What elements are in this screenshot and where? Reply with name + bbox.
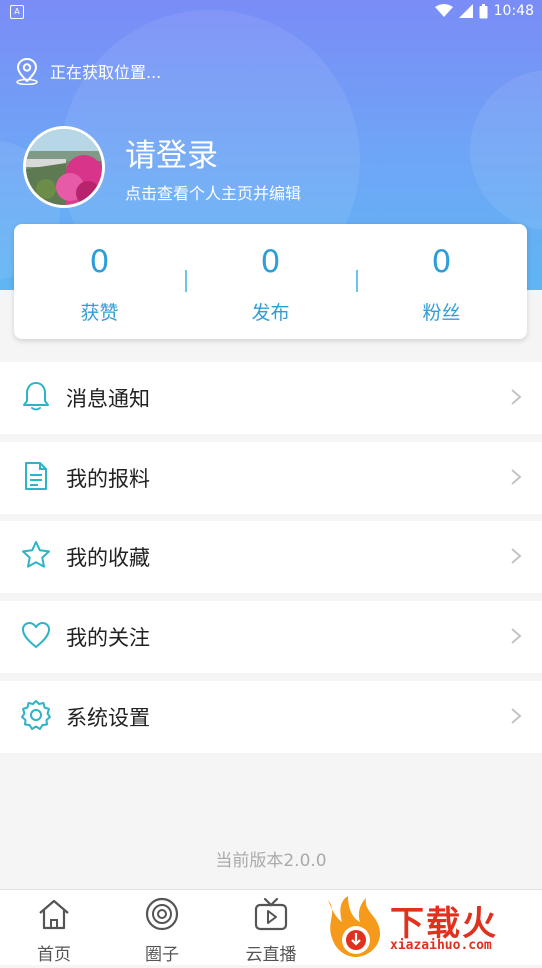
circle-icon <box>145 897 179 931</box>
stat-fans[interactable]: 0 粉丝 <box>356 224 527 339</box>
chevron-right-icon <box>511 708 522 724</box>
tab-circle[interactable]: 圈子 <box>117 890 207 965</box>
watermark-url: xiazaihuo.com <box>390 938 492 953</box>
location-pin-icon <box>16 57 38 85</box>
status-bar: A 10:48 <box>0 0 542 24</box>
flame-logo-icon <box>328 896 381 958</box>
document-icon <box>25 462 47 490</box>
stat-value: 0 <box>260 244 281 280</box>
tab-label: 圈子 <box>145 945 179 965</box>
chevron-right-icon <box>511 628 522 644</box>
menu-label: 消息通知 <box>66 387 150 411</box>
chevron-right-icon <box>511 469 522 485</box>
tab-label: 首页 <box>37 945 71 965</box>
menu-item-my-reports[interactable]: 我的报料 <box>0 442 542 514</box>
stat-label: 获赞 <box>80 302 119 324</box>
stat-label: 粉丝 <box>422 302 461 324</box>
wifi-icon <box>434 4 453 17</box>
stat-value: 0 <box>89 244 110 280</box>
tv-play-icon <box>254 897 288 931</box>
stat-value: 0 <box>431 244 452 280</box>
location-row[interactable]: 正在获取位置... <box>14 57 161 85</box>
divider <box>356 270 358 292</box>
stat-posts[interactable]: 0 发布 <box>185 224 356 339</box>
tab-label: 云直播 <box>245 945 297 965</box>
login-title[interactable]: 请登录 <box>125 130 218 175</box>
menu-item-favorites[interactable]: 我的收藏 <box>0 521 542 593</box>
watermark-logo: 下载火 xiazaihuo.com <box>318 892 542 964</box>
bell-icon <box>23 382 49 411</box>
avatar-image <box>26 129 102 205</box>
profile-hint[interactable]: 点击查看个人主页并编辑 <box>125 180 301 204</box>
avatar[interactable] <box>23 126 105 208</box>
gear-icon <box>21 700 51 730</box>
stats-card: 0 获赞 0 发布 0 粉丝 <box>14 224 527 339</box>
tab-home[interactable]: 首页 <box>9 890 99 965</box>
menu-label: 我的关注 <box>66 626 150 650</box>
menu-item-following[interactable]: 我的关注 <box>0 601 542 673</box>
decor-bubble <box>470 70 542 230</box>
home-icon <box>39 899 69 930</box>
stat-likes[interactable]: 0 获赞 <box>14 224 185 339</box>
version-text: 当前版本2.0.0 <box>215 851 327 871</box>
status-time: 10:48 <box>493 3 534 19</box>
heart-icon <box>22 622 50 648</box>
tab-live[interactable]: 云直播 <box>226 890 316 965</box>
chevron-right-icon <box>511 389 522 405</box>
chevron-right-icon <box>511 548 522 564</box>
signal-icon <box>458 4 473 18</box>
menu-label: 系统设置 <box>66 706 150 730</box>
location-text: 正在获取位置... <box>50 63 162 82</box>
menu-label: 我的收藏 <box>66 546 150 570</box>
divider <box>185 270 187 292</box>
menu-label: 我的报料 <box>66 467 150 491</box>
menu-item-settings[interactable]: 系统设置 <box>0 681 542 753</box>
notification-icon: A <box>10 5 24 19</box>
stat-label: 发布 <box>251 302 290 324</box>
menu-item-notifications[interactable]: 消息通知 <box>0 362 542 434</box>
battery-icon <box>479 3 488 18</box>
star-icon <box>22 541 50 568</box>
